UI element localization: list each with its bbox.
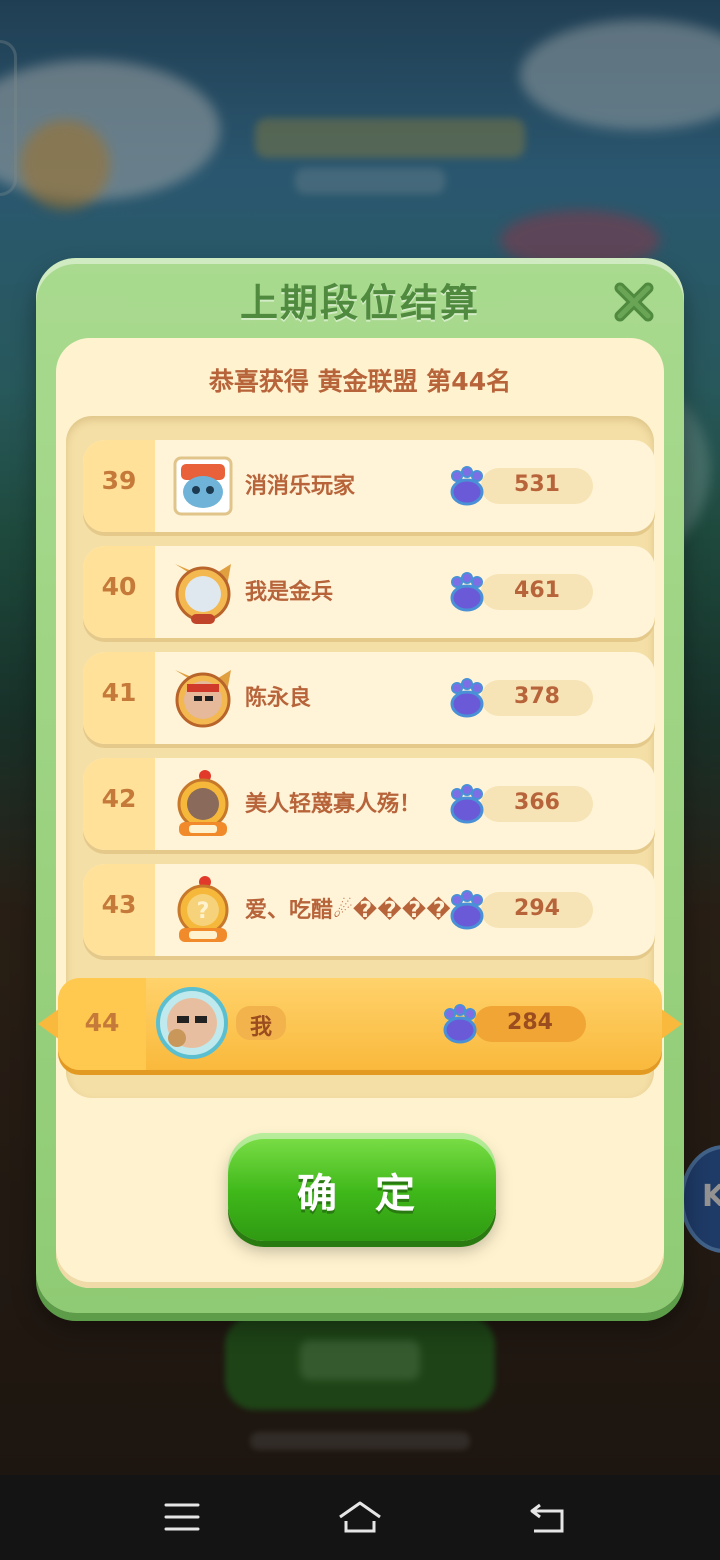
home-icon[interactable] [336,1497,384,1537]
chicken-1000-avatar-icon [177,770,229,836]
dialog-content-panel: 恭喜获得 黄金联盟 第44名 39 消消乐玩家 531 40 我是金兵 461 … [56,338,664,1288]
my-player-name: 我 [249,1015,272,1040]
player-score: 531 [514,472,560,497]
dialog-title: 上期段位结算 [239,281,480,325]
my-ranking-row: 44 我 284 [38,978,682,1070]
result-subtitle: 恭喜获得 黄金联盟 第44名 [208,367,512,396]
season-settlement-dialog: 上期段位结算 恭喜获得 黄金联盟 第44名 39 消消乐玩家 531 40 我是… [36,258,684,1313]
ranking-row: 39 消消乐玩家 531 [83,440,655,532]
my-avatar-icon [156,987,228,1059]
rank-number: 41 [101,678,137,707]
rank-number: 43 [101,890,137,919]
cat-frame-avatar-icon [175,564,231,624]
player-score: 378 [514,684,560,709]
blue-blob-avatar-icon [173,456,233,516]
rank-number: 39 [101,466,137,495]
ranking-row: 40 我是金兵 461 [83,546,655,638]
svg-text:?: ? [197,899,210,924]
rank-number: 42 [101,784,137,813]
chicken-1000-avatar-icon: ? [177,876,229,942]
player-score: 461 [514,578,560,603]
cat-frame-photo-avatar-icon [175,670,231,728]
menu-icon[interactable] [158,1497,206,1537]
player-score: 366 [514,790,560,815]
back-icon[interactable] [524,1497,572,1537]
my-rank-number: 44 [84,1008,120,1037]
confirm-button[interactable]: 确 定 [228,1133,496,1241]
player-score: 294 [514,896,560,921]
ranking-row: 41 陈永良 378 [83,652,655,744]
system-navigation-bar [0,1475,720,1560]
my-player-score: 284 [507,1010,553,1035]
close-icon[interactable] [610,278,658,326]
ranking-row: 42 美人轻蔑寡人殇！ 366 [83,758,655,850]
rank-number: 40 [101,572,137,601]
ranking-row: 43 ? 爱、吃醋☄���� 294 [83,864,655,956]
confirm-button-label: 确 定 [297,1171,427,1217]
